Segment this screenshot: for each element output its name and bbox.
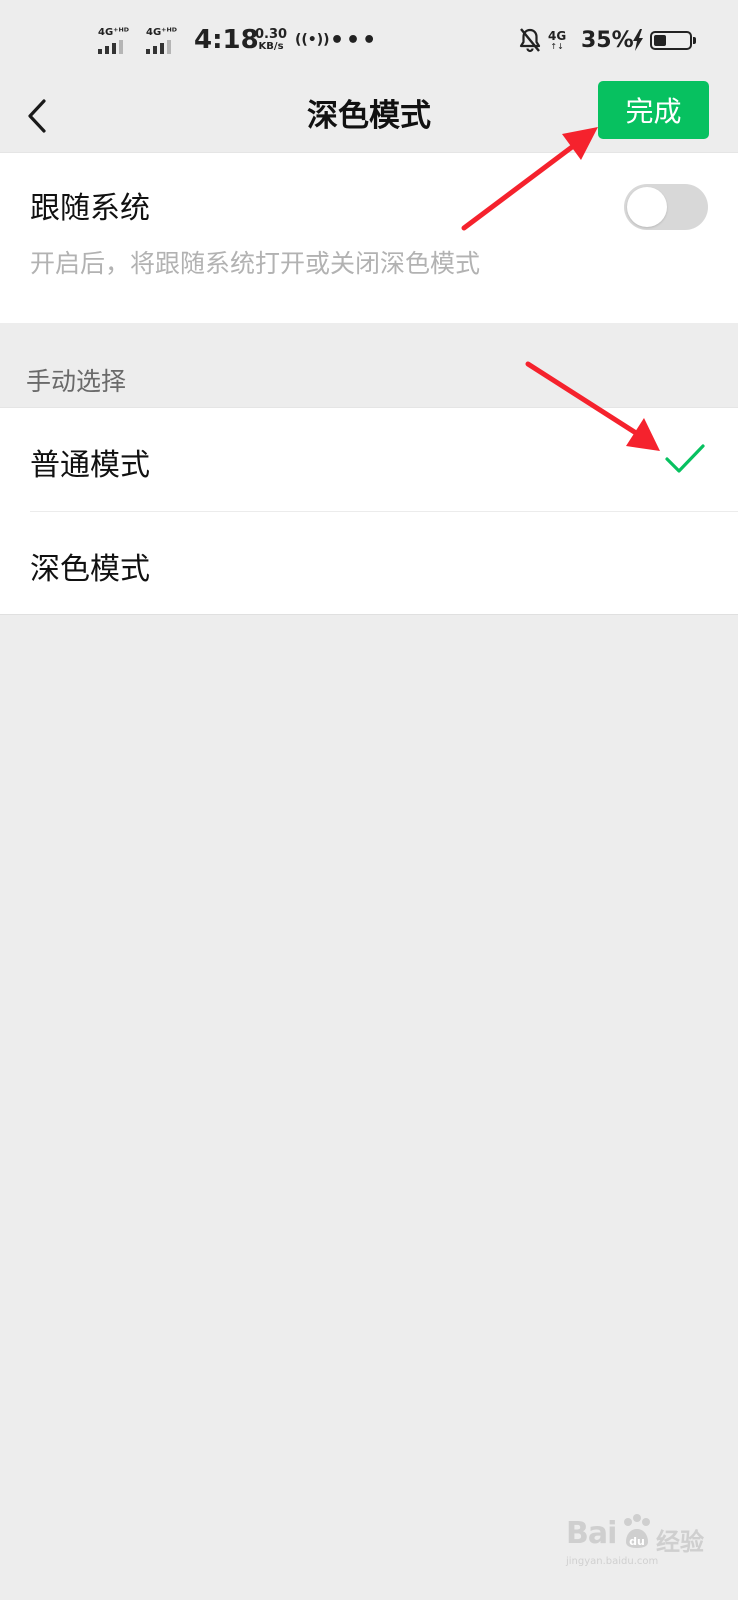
status-time: 4:18: [194, 25, 259, 55]
follow-system-description: 开启后，将跟随系统打开或关闭深色模式: [30, 249, 481, 278]
network-speed: 0.30 KB/s: [255, 0, 287, 80]
follow-system-toggle[interactable]: [624, 184, 708, 230]
baidu-jingyan-watermark: Bai du 经验 jingyan.baidu.com: [566, 1512, 716, 1578]
checkmark-icon: [665, 444, 705, 473]
follow-system-title: 跟随系统: [30, 191, 150, 226]
network-speed-value: 0.30: [255, 26, 288, 42]
done-button[interactable]: 完成: [598, 81, 709, 139]
charging-bolt-icon: [632, 0, 644, 80]
paw-icon: du: [624, 1514, 650, 1548]
bell-muted-icon: [518, 0, 542, 80]
follow-system-card: 跟随系统 开启后，将跟随系统打开或关闭深色模式: [0, 152, 738, 323]
signal-bars-icon: [98, 39, 123, 54]
network-type: 4G: [548, 28, 567, 43]
manual-section-label: 手动选择: [26, 367, 127, 396]
watermark-brand: Bai: [566, 1516, 617, 1551]
battery-percent: 35%: [581, 27, 634, 53]
toggle-knob: [627, 187, 667, 227]
svg-text:du: du: [629, 1535, 645, 1548]
more-notifications-icon: •••: [330, 27, 379, 53]
navigation-bar: 深色模式 完成: [0, 80, 738, 152]
status-bar: 4G⁺ᴴᴰ 4G⁺ᴴᴰ 4:18 0.30 KB/s ((•)) ••• 4G …: [0, 0, 738, 80]
manual-options-list: 普通模式 深色模式: [0, 407, 738, 615]
battery-icon: [650, 31, 696, 50]
hotspot-icon: ((•)): [295, 32, 330, 48]
sim1-signal: 4G⁺ᴴᴰ: [98, 0, 129, 80]
sim2-signal-label: 4G⁺ᴴᴰ: [146, 26, 177, 38]
watermark-domain: jingyan.baidu.com: [566, 1556, 659, 1567]
dark-mode-settings-screen: 4G⁺ᴴᴰ 4G⁺ᴴᴰ 4:18 0.30 KB/s ((•)) ••• 4G …: [0, 0, 738, 1600]
data-arrows-icon: ↑↓: [550, 41, 564, 51]
signal-bars-icon: [146, 39, 171, 54]
option-normal-mode[interactable]: 普通模式: [0, 408, 738, 512]
sim2-signal: 4G⁺ᴴᴰ: [146, 0, 177, 80]
watermark-suffix: 经验: [656, 1528, 704, 1556]
option-label: 普通模式: [30, 448, 150, 483]
option-dark-mode[interactable]: 深色模式: [0, 512, 738, 615]
network-4g: 4G ↑↓: [548, 0, 566, 80]
network-speed-unit: KB/s: [258, 40, 284, 52]
option-label: 深色模式: [30, 552, 150, 587]
sim1-signal-label: 4G⁺ᴴᴰ: [98, 26, 129, 38]
